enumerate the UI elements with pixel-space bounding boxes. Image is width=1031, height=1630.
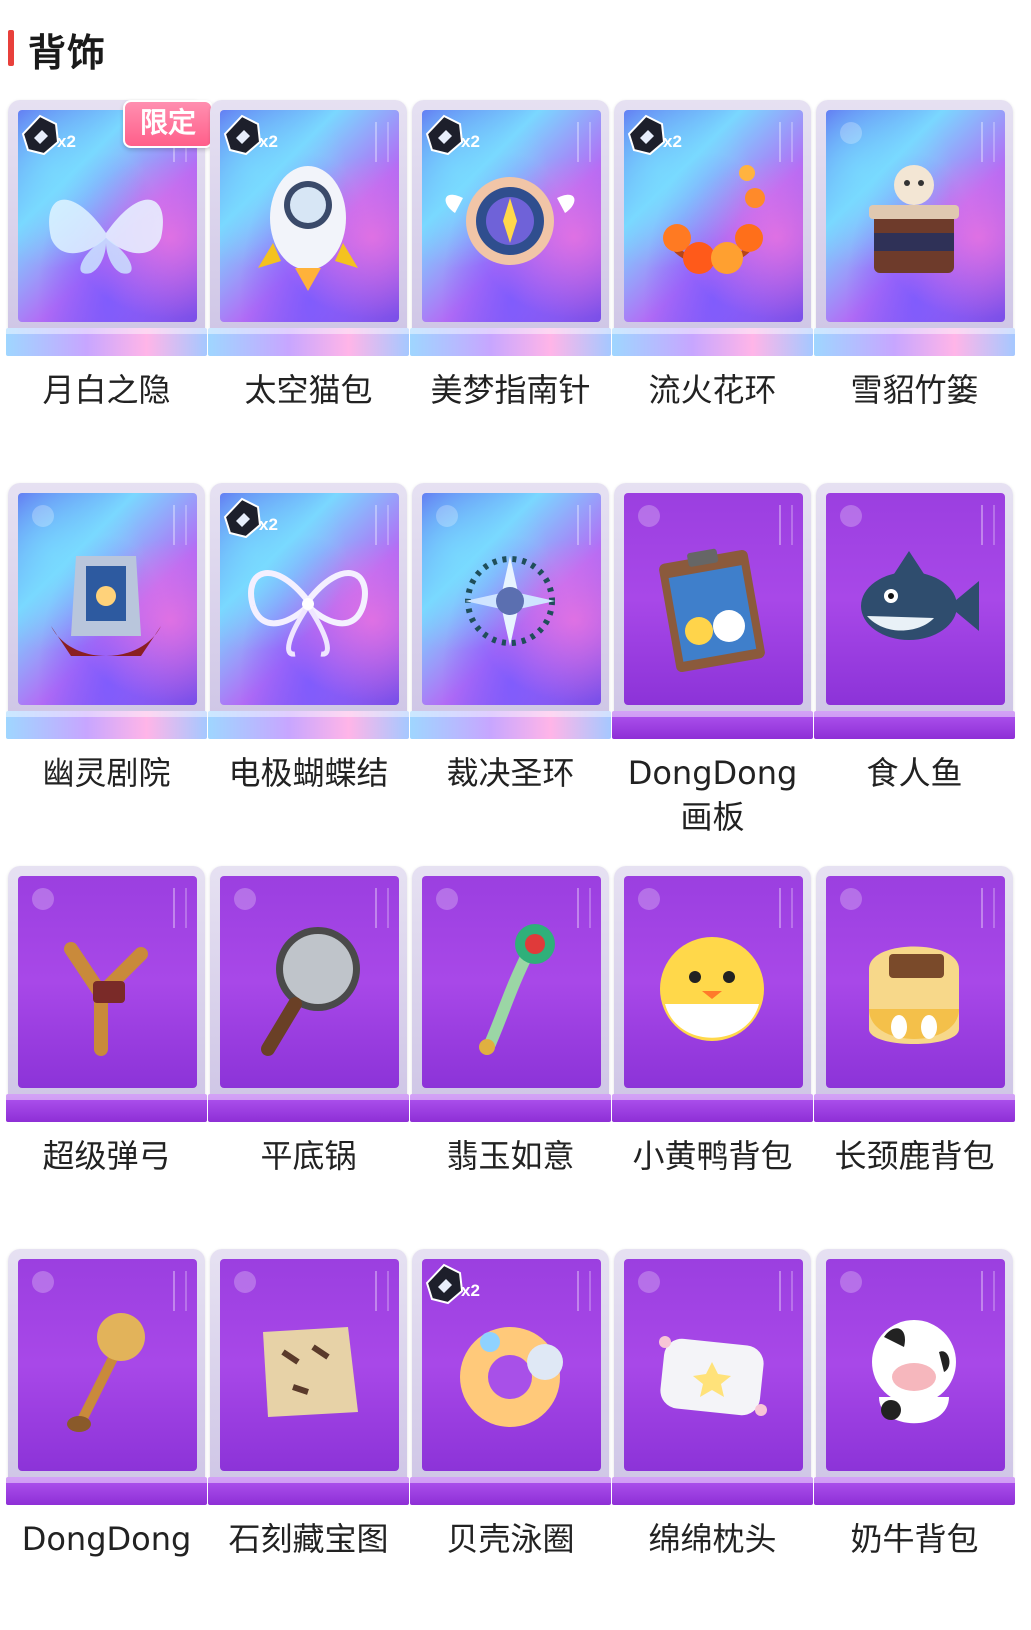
item-name: 裁决圣环 <box>446 754 575 792</box>
giraffe-backpack-icon <box>834 894 994 1074</box>
item-name: 小黄鸭背包 <box>632 1137 793 1175</box>
item-frame[interactable]: x2 <box>612 98 813 356</box>
x2-badge: x2 <box>222 114 286 160</box>
section-title: 背饰 <box>28 31 107 75</box>
item-name: 月白之隐 <box>42 371 171 409</box>
item-name: 幽灵剧院 <box>42 754 171 792</box>
item-frame[interactable] <box>208 1247 409 1505</box>
item-frame[interactable]: x2 <box>208 481 409 739</box>
item-frame[interactable] <box>6 864 207 1122</box>
theater-icon <box>26 511 186 691</box>
frame-base <box>208 711 409 739</box>
frame-base <box>814 1477 1015 1505</box>
svg-text:x2: x2 <box>461 132 480 151</box>
frame-base <box>612 1094 813 1122</box>
item-frame[interactable] <box>814 481 1015 739</box>
item-row: 幽灵剧院 x2 电极蝴蝶结 裁决圣环 DongDong 画板 食人鱼 <box>6 481 1016 864</box>
item-frame[interactable]: x2 <box>410 98 611 356</box>
svg-text:x2: x2 <box>461 1281 480 1300</box>
frame-base <box>6 711 207 739</box>
ruyi-scepter-icon <box>430 894 590 1074</box>
x2-badge: x2 <box>424 114 488 160</box>
item-name: 翡玉如意 <box>446 1137 575 1175</box>
item-name: 美梦指南针 <box>430 371 591 409</box>
frame-base <box>410 328 611 356</box>
frame-base <box>410 1477 611 1505</box>
item-name: 电极蝴蝶结 <box>228 754 389 792</box>
item-frame[interactable] <box>814 864 1015 1122</box>
item-frame[interactable]: x2 <box>208 98 409 356</box>
item-name: DongDong <box>21 1520 192 1558</box>
frame-base <box>208 1477 409 1505</box>
item-name: DongDong 画板 <box>627 754 798 836</box>
item-frame[interactable] <box>410 864 611 1122</box>
frying-pan-icon <box>228 894 388 1074</box>
item-frame[interactable] <box>208 864 409 1122</box>
item-frame[interactable] <box>410 481 611 739</box>
item-name: 石刻藏宝图 <box>228 1520 389 1558</box>
pillow-icon <box>632 1277 792 1457</box>
item-frame[interactable]: x2 <box>410 1247 611 1505</box>
basket-icon <box>834 128 994 308</box>
frame-base <box>814 1094 1015 1122</box>
item-row: DongDong 石刻藏宝图 x2 贝壳泳圈 绵绵枕头 奶牛背包 <box>6 1247 1016 1630</box>
item-name: 流火花环 <box>648 371 777 409</box>
honey-dipper-icon <box>26 1277 186 1457</box>
frame-base <box>208 328 409 356</box>
item-name: 雪貂竹篓 <box>850 371 979 409</box>
frame-base <box>410 711 611 739</box>
item-row: x2 限定月白之隐 x2 太空猫包 x2 美梦指南针 x2 流火花环 雪貂竹篓 <box>6 98 1016 481</box>
frame-base <box>612 1477 813 1505</box>
item-row: 超级弹弓 平底锅 翡玉如意 小黄鸭背包 长颈鹿背包 <box>6 864 1016 1247</box>
item-name: 平底锅 <box>260 1137 357 1175</box>
cow-backpack-icon <box>834 1277 994 1457</box>
item-name: 贝壳泳圈 <box>446 1520 575 1558</box>
svg-text:x2: x2 <box>663 132 682 151</box>
frame-base <box>814 711 1015 739</box>
item-frame[interactable] <box>612 1247 813 1505</box>
frame-base <box>208 1094 409 1122</box>
halo-icon <box>430 511 590 691</box>
piranha-icon <box>834 511 994 691</box>
item-frame[interactable] <box>814 1247 1015 1505</box>
limited-badge: 限定 <box>123 100 213 148</box>
svg-text:x2: x2 <box>259 132 278 151</box>
item-frame[interactable] <box>6 1247 207 1505</box>
section-accent-bar <box>8 30 14 66</box>
duck-backpack-icon <box>632 894 792 1074</box>
item-name: 奶牛背包 <box>850 1520 979 1558</box>
item-frame[interactable] <box>612 864 813 1122</box>
section-header: 背饰 <box>0 18 400 78</box>
x2-badge: x2 <box>424 1263 488 1309</box>
item-frame[interactable] <box>612 481 813 739</box>
item-name: 绵绵枕头 <box>648 1520 777 1558</box>
item-name: 超级弹弓 <box>42 1137 171 1175</box>
x2-badge: x2 <box>222 497 286 543</box>
x2-badge: x2 <box>626 114 690 160</box>
frame-base <box>814 328 1015 356</box>
item-grid: x2 限定月白之隐 x2 太空猫包 x2 美梦指南针 x2 流火花环 雪貂竹篓幽灵剧院 x2 电极蝴… <box>6 98 1016 1630</box>
treasure-map-icon <box>228 1277 388 1457</box>
svg-text:x2: x2 <box>57 132 76 151</box>
item-name: 长颈鹿背包 <box>834 1137 995 1175</box>
item-name: 太空猫包 <box>244 371 373 409</box>
x2-badge: x2 <box>20 114 84 160</box>
item-frame[interactable]: x2 限定 <box>6 98 213 356</box>
frame-base <box>6 1477 207 1505</box>
frame-base <box>612 711 813 739</box>
frame-base <box>6 328 207 356</box>
frame-base <box>410 1094 611 1122</box>
clipboard-icon <box>632 511 792 691</box>
svg-text:x2: x2 <box>259 515 278 534</box>
slingshot-icon <box>26 894 186 1074</box>
frame-base <box>6 1094 207 1122</box>
frame-base <box>612 328 813 356</box>
item-name: 食人鱼 <box>866 754 963 792</box>
item-frame[interactable] <box>6 481 207 739</box>
item-frame[interactable] <box>814 98 1015 356</box>
